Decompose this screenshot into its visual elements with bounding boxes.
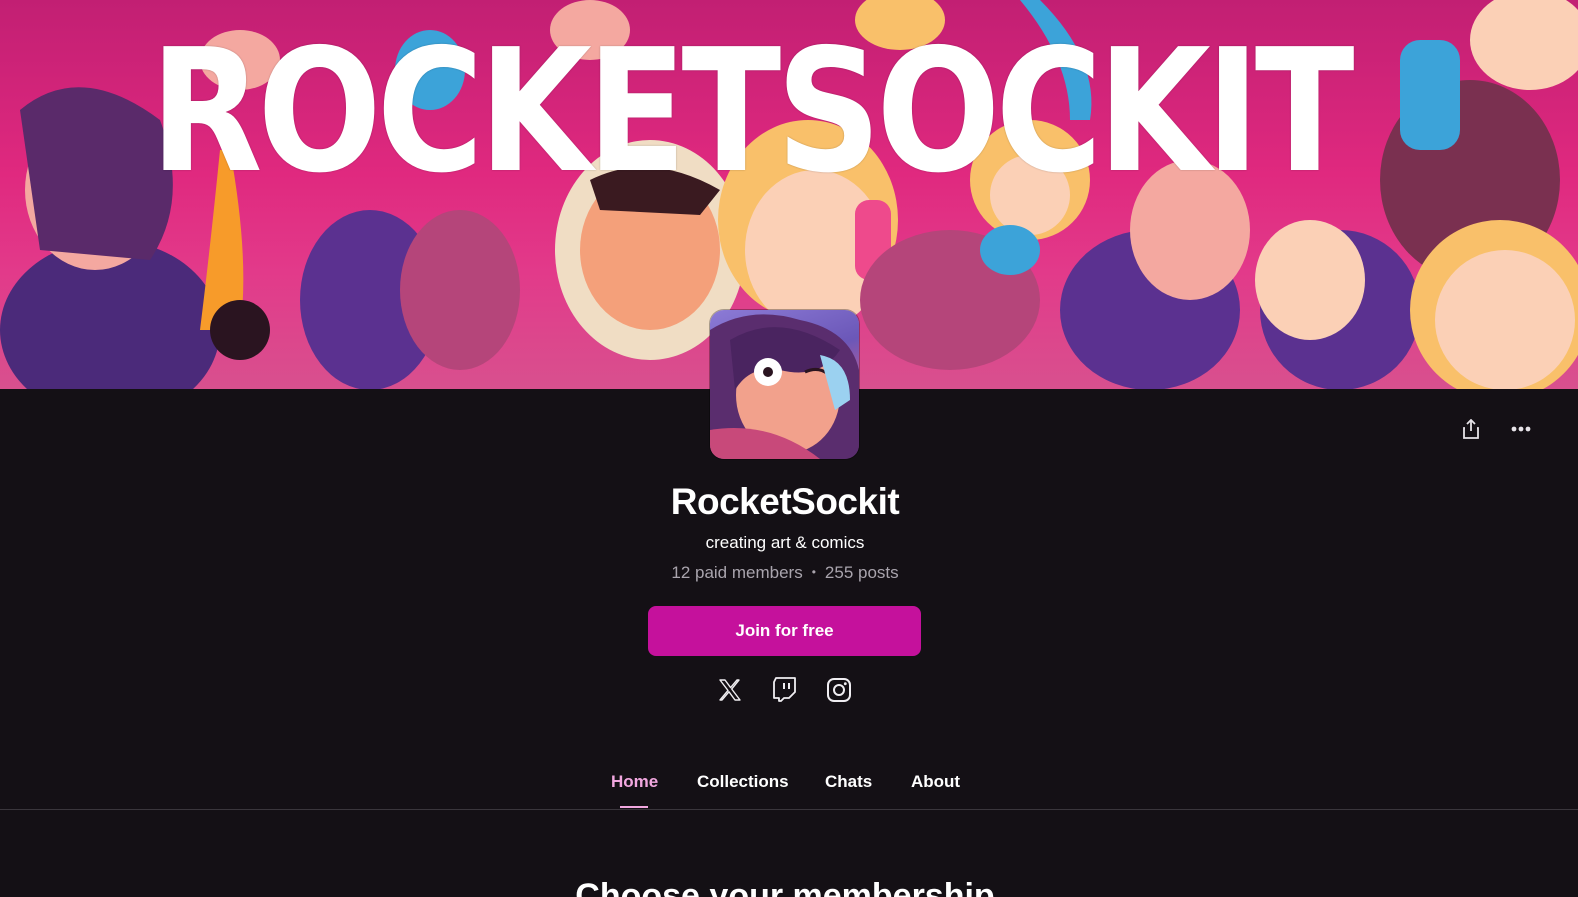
instagram-icon: [827, 678, 851, 702]
paid-members-count: 12 paid members: [671, 563, 803, 582]
share-icon: [1463, 419, 1479, 439]
more-options-icon: [1511, 426, 1531, 432]
join-for-free-button[interactable]: Join for free: [648, 606, 921, 656]
creator-page: ROCKETSOCKIT RocketSockit creating art &…: [0, 0, 1578, 897]
avatar-illustration: [710, 314, 859, 459]
tab-about[interactable]: About: [911, 772, 960, 792]
stats-separator: •: [811, 565, 816, 579]
creator-name: RocketSockit: [670, 481, 900, 522]
x-link[interactable]: [716, 676, 744, 704]
twitch-icon: [773, 677, 796, 702]
tab-chats[interactable]: Chats: [825, 772, 872, 792]
tab-home[interactable]: Home: [611, 772, 658, 792]
profile-tabs: Home Collections Chats About: [0, 760, 1578, 810]
creator-tagline: creating art & comics: [705, 533, 865, 552]
more-options-button[interactable]: [1503, 411, 1539, 447]
share-button[interactable]: [1453, 411, 1489, 447]
instagram-link[interactable]: [825, 676, 853, 704]
creator-stats: 12 paid members • 255 posts: [0, 563, 1570, 583]
creator-avatar[interactable]: [710, 310, 859, 459]
twitch-link[interactable]: [771, 676, 799, 704]
posts-count: 255 posts: [824, 563, 899, 582]
banner-logo-text: ROCKETSOCKIT: [150, 13, 1355, 211]
active-tab-indicator: [620, 806, 648, 808]
tab-collections[interactable]: Collections: [697, 772, 789, 792]
section-heading: Choose your membership: [575, 877, 995, 897]
x-icon: [719, 679, 741, 701]
